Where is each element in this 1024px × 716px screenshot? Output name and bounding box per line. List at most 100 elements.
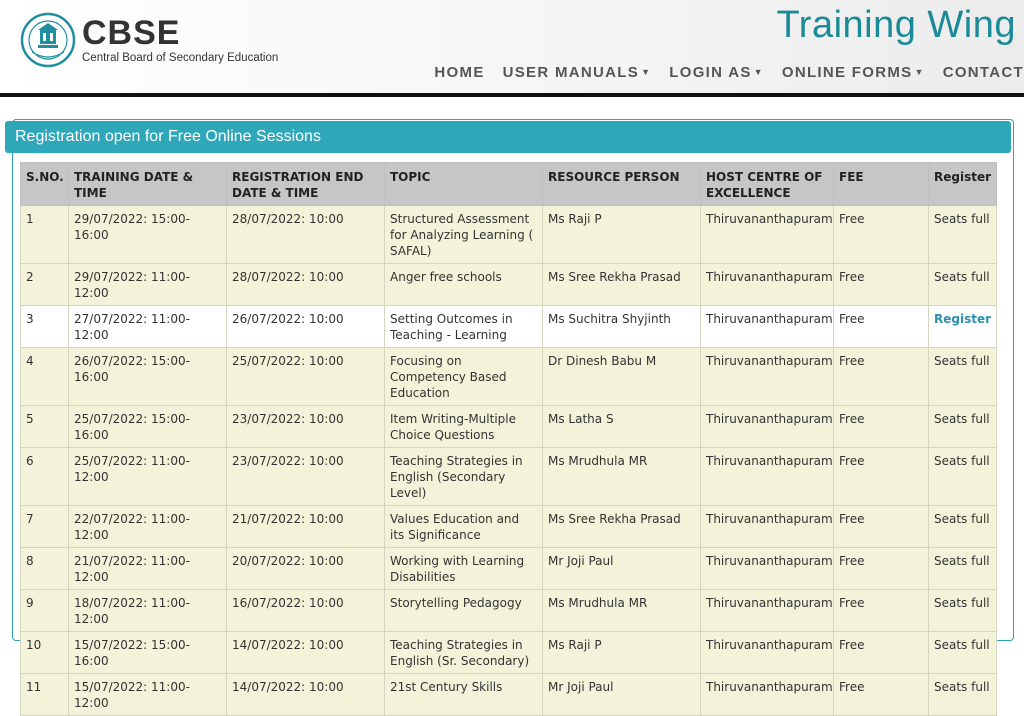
cell-topic: 21st Century Skills bbox=[384, 673, 543, 716]
table-row: 1 29/07/2022: 15:00-16:00 28/07/2022: 10:0… bbox=[20, 205, 997, 264]
cell-sno: 6 bbox=[20, 447, 69, 506]
cell-fee: Free bbox=[833, 631, 929, 674]
cell-registration-end: 26/07/2022: 10:00 bbox=[226, 305, 385, 348]
table-body: 1 29/07/2022: 15:00-16:00 28/07/2022: 10:0… bbox=[20, 205, 997, 716]
cell-host-centre: Thiruvananthapuram bbox=[700, 447, 834, 506]
cell-host-centre: Thiruvananthapuram bbox=[700, 305, 834, 348]
cell-host-centre: Thiruvananthapuram bbox=[700, 505, 834, 548]
sessions-table: S.NO. TRAINING DATE & TIME REGISTRATION EN… bbox=[20, 162, 997, 716]
nav-online-forms[interactable]: ONLINE FORMS ▼ bbox=[782, 64, 925, 81]
cell-register: Seats full bbox=[928, 505, 997, 548]
register-link[interactable]: Register bbox=[934, 312, 991, 326]
cell-register: Seats full bbox=[928, 205, 997, 264]
table-row: 8 21/07/2022: 11:00-12:00 20/07/2022: 10:0… bbox=[20, 547, 997, 590]
site-header: CBSE Central Board of Secondary Educatio… bbox=[0, 0, 1024, 93]
cell-fee: Free bbox=[833, 263, 929, 306]
panel-title: Registration open for Free Online Sessio… bbox=[5, 121, 1011, 153]
cell-training-date: 22/07/2022: 11:00-12:00 bbox=[68, 505, 227, 548]
nav-contact[interactable]: CONTACT bbox=[943, 64, 1024, 81]
cell-resource-person: Ms Mrudhula MR bbox=[542, 589, 701, 632]
main-nav: HOME USER MANUALS ▼ LOGIN AS ▼ ONLINE FORMS ▼ C… bbox=[416, 64, 1024, 81]
nav-item-label: HOME bbox=[434, 64, 485, 81]
nav-login-as[interactable]: LOGIN AS ▼ bbox=[669, 64, 764, 81]
header-topic: TOPIC bbox=[384, 162, 543, 206]
table-row: 9 18/07/2022: 11:00-12:00 16/07/2022: 10:0… bbox=[20, 589, 997, 632]
cell-topic: Values Education and its Significance bbox=[384, 505, 543, 548]
cell-registration-end: 21/07/2022: 10:00 bbox=[226, 505, 385, 548]
cell-topic: Focusing on Competency Based Education bbox=[384, 347, 543, 406]
cell-sno: 5 bbox=[20, 405, 69, 448]
cell-topic: Anger free schools bbox=[384, 263, 543, 306]
cell-sno: 4 bbox=[20, 347, 69, 406]
cell-topic: Structured Assessment for Analyzing Lear… bbox=[384, 205, 543, 264]
nav-item-label: CONTACT bbox=[942, 64, 1024, 81]
cell-training-date: 29/07/2022: 15:00-16:00 bbox=[68, 205, 227, 264]
header-registration-end: REGISTRATION END DATE & TIME bbox=[226, 162, 385, 206]
table-row: 11 15/07/2022: 11:00-12:00 14/07/2022: 10:… bbox=[20, 673, 997, 716]
cell-fee: Free bbox=[833, 589, 929, 632]
nav-item-label: LOGIN AS bbox=[669, 64, 752, 81]
cell-training-date: 21/07/2022: 11:00-12:00 bbox=[68, 547, 227, 590]
cell-resource-person: Ms Raji P bbox=[542, 205, 701, 264]
cell-register: Seats full bbox=[928, 589, 997, 632]
table-row: 4 26/07/2022: 15:00-16:00 25/07/2022: 10:0… bbox=[20, 347, 997, 406]
cell-host-centre: Thiruvananthapuram bbox=[700, 547, 834, 590]
cell-fee: Free bbox=[833, 447, 929, 506]
cell-fee: Free bbox=[833, 505, 929, 548]
table-header-row: S.NO. TRAINING DATE & TIME REGISTRATION EN… bbox=[20, 162, 997, 206]
logo-name: CBSE bbox=[82, 14, 181, 52]
cell-registration-end: 23/07/2022: 10:00 bbox=[226, 447, 385, 506]
cell-registration-end: 23/07/2022: 10:00 bbox=[226, 405, 385, 448]
cell-sno: 1 bbox=[20, 205, 69, 264]
cell-host-centre: Thiruvananthapuram bbox=[700, 673, 834, 716]
cell-resource-person: Ms Raji P bbox=[542, 631, 701, 674]
header-training-date: TRAINING DATE & TIME bbox=[68, 162, 227, 206]
nav-item-label: USER MANUALS bbox=[502, 64, 640, 81]
cell-host-centre: Thiruvananthapuram bbox=[700, 589, 834, 632]
cell-register: Register bbox=[928, 305, 997, 348]
cell-training-date: 27/07/2022: 11:00-12:00 bbox=[68, 305, 227, 348]
header-sno: S.NO. bbox=[20, 162, 69, 206]
table-row: 3 27/07/2022: 11:00-12:00 26/07/2022: 10:0… bbox=[20, 305, 997, 348]
header-register: Register bbox=[928, 162, 997, 206]
cell-fee: Free bbox=[833, 205, 929, 264]
cbse-seal-icon bbox=[20, 12, 76, 68]
cell-sno: 3 bbox=[20, 305, 69, 348]
cell-resource-person: Ms Mrudhula MR bbox=[542, 447, 701, 506]
cell-registration-end: 25/07/2022: 10:00 bbox=[226, 347, 385, 406]
cell-sno: 2 bbox=[20, 263, 69, 306]
cell-training-date: 18/07/2022: 11:00-12:00 bbox=[68, 589, 227, 632]
cell-training-date: 15/07/2022: 15:00-16:00 bbox=[68, 631, 227, 674]
cell-fee: Free bbox=[833, 305, 929, 348]
cell-resource-person: Dr Dinesh Babu M bbox=[542, 347, 701, 406]
cell-resource-person: Mr Joji Paul bbox=[542, 673, 701, 716]
cell-registration-end: 14/07/2022: 10:00 bbox=[226, 631, 385, 674]
cell-topic: Item Writing-Multiple Choice Questions bbox=[384, 405, 543, 448]
caret-down-icon: ▼ bbox=[753, 67, 764, 77]
header-fee: FEE bbox=[833, 162, 929, 206]
site-title: Training Wing bbox=[776, 4, 1016, 46]
cell-sno: 11 bbox=[20, 673, 69, 716]
header-host-centre: HOST CENTRE OF EXCELLENCE bbox=[700, 162, 834, 206]
table-row: 5 25/07/2022: 15:00-16:00 23/07/2022: 10:0… bbox=[20, 405, 997, 448]
cell-training-date: 25/07/2022: 15:00-16:00 bbox=[68, 405, 227, 448]
cell-sno: 7 bbox=[20, 505, 69, 548]
cell-training-date: 26/07/2022: 15:00-16:00 bbox=[68, 347, 227, 406]
cell-host-centre: Thiruvananthapuram bbox=[700, 263, 834, 306]
cell-topic: Teaching Strategies in English (Secondar… bbox=[384, 447, 543, 506]
cell-fee: Free bbox=[833, 673, 929, 716]
table-row: 6 25/07/2022: 11:00-12:00 23/07/2022: 10:0… bbox=[20, 447, 997, 506]
header-divider bbox=[0, 93, 1024, 97]
cell-resource-person: Ms Sree Rekha Prasad bbox=[542, 505, 701, 548]
cell-fee: Free bbox=[833, 547, 929, 590]
cell-registration-end: 16/07/2022: 10:00 bbox=[226, 589, 385, 632]
cell-fee: Free bbox=[833, 347, 929, 406]
cell-register: Seats full bbox=[928, 447, 997, 506]
cell-fee: Free bbox=[833, 405, 929, 448]
table-row: 10 15/07/2022: 15:00-16:00 14/07/2022: 10:… bbox=[20, 631, 997, 674]
cell-topic: Teaching Strategies in English (Sr. Seco… bbox=[384, 631, 543, 674]
cell-topic: Storytelling Pedagogy bbox=[384, 589, 543, 632]
logo-text: CBSE Central Board of Secondary Educatio… bbox=[82, 16, 278, 64]
nav-home[interactable]: HOME bbox=[434, 64, 484, 81]
nav-user-manuals[interactable]: USER MANUALS ▼ bbox=[503, 64, 652, 81]
